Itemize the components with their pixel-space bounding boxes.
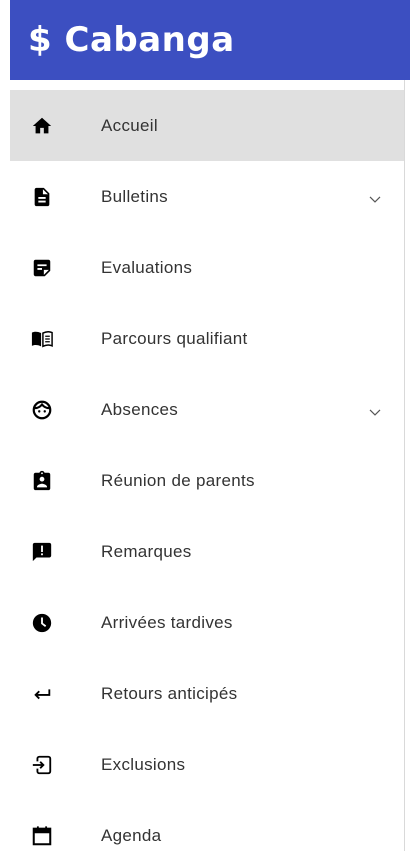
return-arrow-icon <box>31 683 53 705</box>
document-icon <box>31 186 53 208</box>
sidebar-item-evaluations[interactable]: Evaluations <box>10 232 404 303</box>
sidebar-item-label: Retours anticipés <box>101 683 238 703</box>
sidebar-item-retours-anticipes[interactable]: Retours anticipés <box>10 658 404 729</box>
sidebar-item-label: Remarques <box>101 541 192 561</box>
book-icon <box>31 328 53 350</box>
sidebar-item-bulletins[interactable]: Bulletins <box>10 161 404 232</box>
sidebar-item-label: Bulletins <box>101 186 168 206</box>
sidebar-item-label: Exclusions <box>101 754 186 774</box>
sidebar-item-label: Arrivées tardives <box>101 612 233 632</box>
exit-icon <box>31 754 53 776</box>
chevron-down-icon[interactable] <box>367 404 383 420</box>
sidebar-item-agenda[interactable]: Agenda <box>10 800 404 851</box>
sidebar-item-reunion-de-parents[interactable]: Réunion de parents <box>10 445 404 516</box>
note-icon <box>31 257 53 279</box>
sidebar-divider <box>404 80 405 851</box>
sidebar-item-label: Parcours qualifiant <box>101 328 248 348</box>
sidebar-item-label: Absences <box>101 399 179 419</box>
sidebar-item-remarques[interactable]: Remarques <box>10 516 404 587</box>
sidebar-item-arrivees-tardives[interactable]: Arrivées tardives <box>10 587 404 658</box>
clipboard-person-icon <box>31 470 53 492</box>
sidebar-item-exclusions[interactable]: Exclusions <box>10 729 404 800</box>
sidebar-item-absences[interactable]: Absences <box>10 374 404 445</box>
app-header: $ Cabanga <box>10 0 410 80</box>
calendar-icon <box>31 825 53 847</box>
clock-icon <box>31 612 53 634</box>
sidebar-menu: Accueil Bulletins Evaluations Parcours q… <box>10 90 404 851</box>
sidebar-item-label: Agenda <box>101 825 162 845</box>
sidebar-item-parcours-qualifiant[interactable]: Parcours qualifiant <box>10 303 404 374</box>
face-icon <box>31 399 53 421</box>
sidebar-item-label: Accueil <box>101 115 158 135</box>
sidebar-item-label: Evaluations <box>101 257 193 277</box>
app-logo[interactable]: $ Cabanga <box>28 20 235 60</box>
feedback-icon <box>31 541 53 563</box>
sidebar-item-accueil[interactable]: Accueil <box>10 90 404 161</box>
sidebar-item-label: Réunion de parents <box>101 470 255 490</box>
chevron-down-icon[interactable] <box>367 191 383 207</box>
home-icon <box>31 115 53 137</box>
